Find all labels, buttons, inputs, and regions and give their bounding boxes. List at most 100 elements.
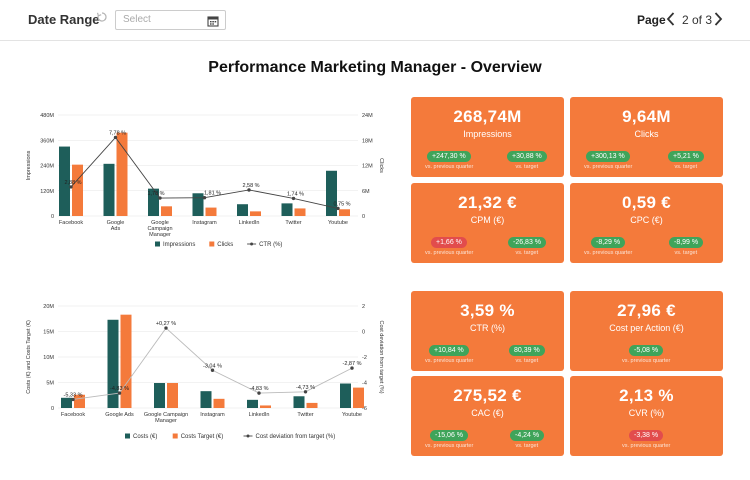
legend-swatch [125, 433, 130, 439]
legend-swatch [155, 241, 160, 247]
kpi-change-badge: -4,24 % [510, 430, 545, 441]
category-label: Google Ads [105, 412, 134, 418]
date-range-placeholder: Select [123, 14, 151, 25]
bar-costs- [340, 383, 351, 408]
kpi-change-badge: 80,39 % [509, 345, 545, 356]
kpi-comparison-label: vs. target [515, 443, 539, 449]
kpi-change-badge: +300,13 % [586, 151, 630, 162]
top-bar: Date Range Select Page 2 of 3 [0, 0, 750, 41]
bar-impressions [103, 163, 115, 216]
data-label: -2,87 % [343, 361, 362, 367]
category-label: Twitter [285, 220, 301, 226]
kpi-comparison-label: vs. previous quarter [425, 250, 474, 256]
category-label: Facebook [61, 412, 85, 418]
kpi-value: 9,64M [622, 107, 671, 126]
chevron-left-icon[interactable] [665, 11, 679, 27]
right-tick-label: 24M [362, 113, 373, 119]
data-label: 2,88 % [64, 180, 81, 186]
chevron-right-icon[interactable] [712, 11, 726, 27]
bar-costs-target- [306, 402, 318, 408]
right-tick-label: -4 [362, 381, 367, 387]
right-tick-label: 2 [362, 304, 365, 310]
kpi-card: 21,32 € CPM (€) +1,66 % vs. previous quarte… [411, 183, 564, 263]
kpi-comparison-label: vs. target [674, 164, 698, 170]
legend-marker [246, 434, 250, 438]
kpi-change-badge: +5,21 % [668, 151, 704, 162]
left-tick-label: 360M [40, 138, 54, 144]
legend-label: CTR (%) [259, 242, 282, 248]
legend-label: Costs (€) [133, 434, 157, 440]
data-label: -3,04 % [203, 363, 222, 369]
kpi-card: 275,52 € CAC (€) -15,06 % vs. previous quar… [411, 376, 564, 456]
data-label: -4,73 % [296, 385, 315, 391]
bar-costs- [154, 383, 165, 408]
kpi-value: 0,59 € [621, 193, 672, 212]
kpi-value: 275,52 € [453, 386, 522, 405]
kpi-name: CTR (%) [470, 323, 505, 333]
kpi-comparison-label: vs. target [674, 250, 698, 256]
kpi-value: 27,96 € [617, 301, 676, 320]
kpi-change-badge: -15,06 % [430, 430, 469, 441]
category-label: Instagram [200, 412, 225, 418]
bar-costs-target- [167, 383, 178, 408]
kpi-comparison-label: vs. previous quarter [425, 443, 474, 449]
calendar-icon[interactable] [207, 14, 219, 32]
legend-label: Costs Target (€) [181, 434, 224, 440]
kpi-name: CPM (€) [470, 215, 505, 225]
left-tick-label: 0 [51, 406, 54, 412]
right-tick-label: -2 [362, 355, 367, 361]
bar-clicks [339, 209, 350, 216]
data-label: -4,83 % [250, 386, 269, 392]
left-tick-label: 15M [43, 330, 54, 336]
legend-label: Clicks [217, 242, 233, 248]
kpi-comparison-label: vs. target [515, 358, 539, 364]
data-label: +0,27 % [156, 321, 176, 327]
bar-costs-target- [260, 405, 271, 408]
data-label: 1,78 % [147, 191, 164, 197]
category-label: Twitter [297, 412, 313, 418]
kpi-comparison-label: vs. previous quarter [425, 358, 474, 364]
kpi-card: 3,59 % CTR (%) +10,84 % vs. previous quarte… [411, 291, 564, 371]
left-tick-label: 480M [40, 113, 54, 119]
bar-costs- [247, 399, 258, 408]
kpi-card: 268,74M Impressions +247,30 % vs. previous … [411, 97, 564, 177]
kpi-card: 9,64M Clicks +300,13 % vs. previous quarter… [570, 97, 723, 177]
category-label: LinkedIn [239, 220, 260, 226]
date-range-label: Date Range [28, 12, 100, 27]
bar-costs- [293, 396, 305, 408]
kpi-comparison-label: vs. previous quarter [584, 164, 633, 170]
bar-costs-target- [120, 314, 132, 408]
right-tick-label: 6M [362, 189, 370, 195]
bar-impressions [326, 170, 337, 216]
data-label: -4,83 % [110, 386, 129, 392]
bar-impressions [281, 203, 293, 216]
kpi-card: 2,13 % CVR (%) -3,38 % vs. previous quarter [570, 376, 723, 456]
category-label: Facebook [59, 220, 83, 226]
kpi-change-badge: +247,30 % [427, 151, 471, 162]
data-label: 0,75 % [333, 201, 350, 207]
right-axis-title: Cost deviation from target (%) [378, 320, 384, 393]
legend-marker [250, 242, 254, 246]
reset-icon[interactable] [96, 11, 110, 25]
right-tick-label: 18M [362, 138, 373, 144]
kpi-card: 27,96 € Cost per Action (€) -5,08 % vs. pre… [570, 291, 723, 371]
kpi-name: Impressions [463, 129, 512, 139]
category-label: Manager [149, 232, 171, 238]
left-tick-label: 20M [43, 304, 54, 310]
left-tick-label: 240M [40, 164, 54, 170]
category-label: Instagram [192, 220, 217, 226]
kpi-change-badge: +1,66 % [431, 237, 467, 248]
kpi-change-badge: -8,29 % [591, 237, 626, 248]
legend-label: Impressions [163, 242, 195, 248]
kpi-change-badge: -8,99 % [669, 237, 704, 248]
kpi-name: CAC (€) [471, 408, 504, 418]
page-indicator: 2 of 3 [682, 13, 713, 27]
data-label: -5,33 % [64, 392, 83, 398]
kpi-value: 2,13 % [619, 386, 674, 405]
kpi-comparison-label: vs. previous quarter [622, 443, 671, 449]
costs-vs-target-chart: 05M10M15M20M-6-4-202Costs (€) and Costs … [26, 304, 384, 440]
date-range-input[interactable]: Select [115, 10, 226, 30]
kpi-change-badge: -5,08 % [629, 345, 664, 356]
kpi-value: 21,32 € [458, 193, 517, 212]
bar-clicks [294, 208, 306, 216]
